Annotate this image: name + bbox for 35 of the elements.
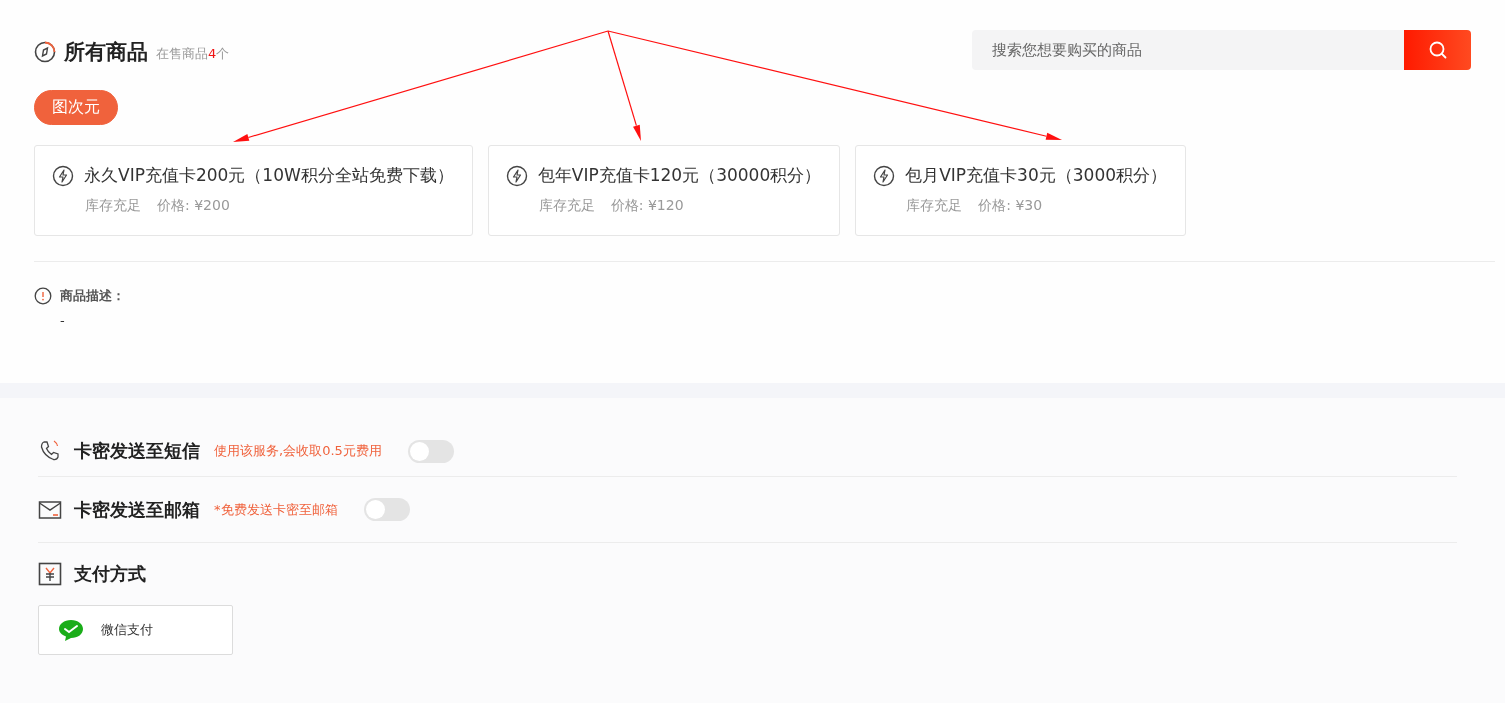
info-icon <box>34 287 52 305</box>
option-note: 使用该服务,会收取0.5元费用 <box>214 442 382 460</box>
product-name: 永久VIP充值卡200元（10W积分全站免费下载） <box>84 164 454 187</box>
option-title: 卡密发送至邮箱 <box>74 497 200 522</box>
product-price: 价格: ¥120 <box>610 197 684 215</box>
stock-status: 库存充足 <box>85 197 141 215</box>
compass-icon <box>34 41 56 63</box>
phone-icon <box>38 439 62 463</box>
search-field[interactable]: 搜索您想要购买的商品 <box>972 30 1404 70</box>
product-name: 包月VIP充值卡30元（3000积分） <box>905 164 1167 187</box>
search-icon <box>1427 40 1448 60</box>
search-button[interactable] <box>1404 30 1471 70</box>
chat-bubble-icon <box>57 618 85 642</box>
item-count: 在售商品4个 <box>156 45 230 63</box>
toggle-switch[interactable] <box>407 439 454 463</box>
payment-method[interactable]: 微信支付 <box>38 605 233 655</box>
product-price: 价格: ¥30 <box>978 197 1043 215</box>
lightning-icon <box>873 164 896 187</box>
option-note: *免费发送卡密至邮箱 <box>214 500 338 519</box>
toggle-switch[interactable] <box>363 498 410 521</box>
lightning-icon <box>52 164 74 187</box>
option-title: 卡密发送至短信 <box>74 439 200 463</box>
description-label: 商品描述： <box>60 287 125 305</box>
lightning-icon <box>505 164 528 187</box>
stock-status: 库存充足 <box>538 197 595 215</box>
product-price: 价格: ¥200 <box>157 197 230 215</box>
product-card[interactable]: 永久VIP充值卡200元（10W积分全站免费下载） 库存充足 价格: ¥200 <box>34 145 473 236</box>
section-title: 所有商品 <box>64 39 148 66</box>
product-card[interactable]: 包年VIP充值卡120元（30000积分） 库存充足 价格: ¥120 <box>487 145 841 236</box>
product-card[interactable]: 包月VIP充值卡30元（3000积分） 库存充足 价格: ¥30 <box>855 145 1186 236</box>
stock-status: 库存充足 <box>906 197 963 215</box>
section-title: 支付方式 <box>74 562 146 586</box>
description-text: - <box>60 313 66 328</box>
product-name: 包年VIP充值卡120元（30000积分） <box>537 164 822 187</box>
yen-icon <box>38 562 62 586</box>
